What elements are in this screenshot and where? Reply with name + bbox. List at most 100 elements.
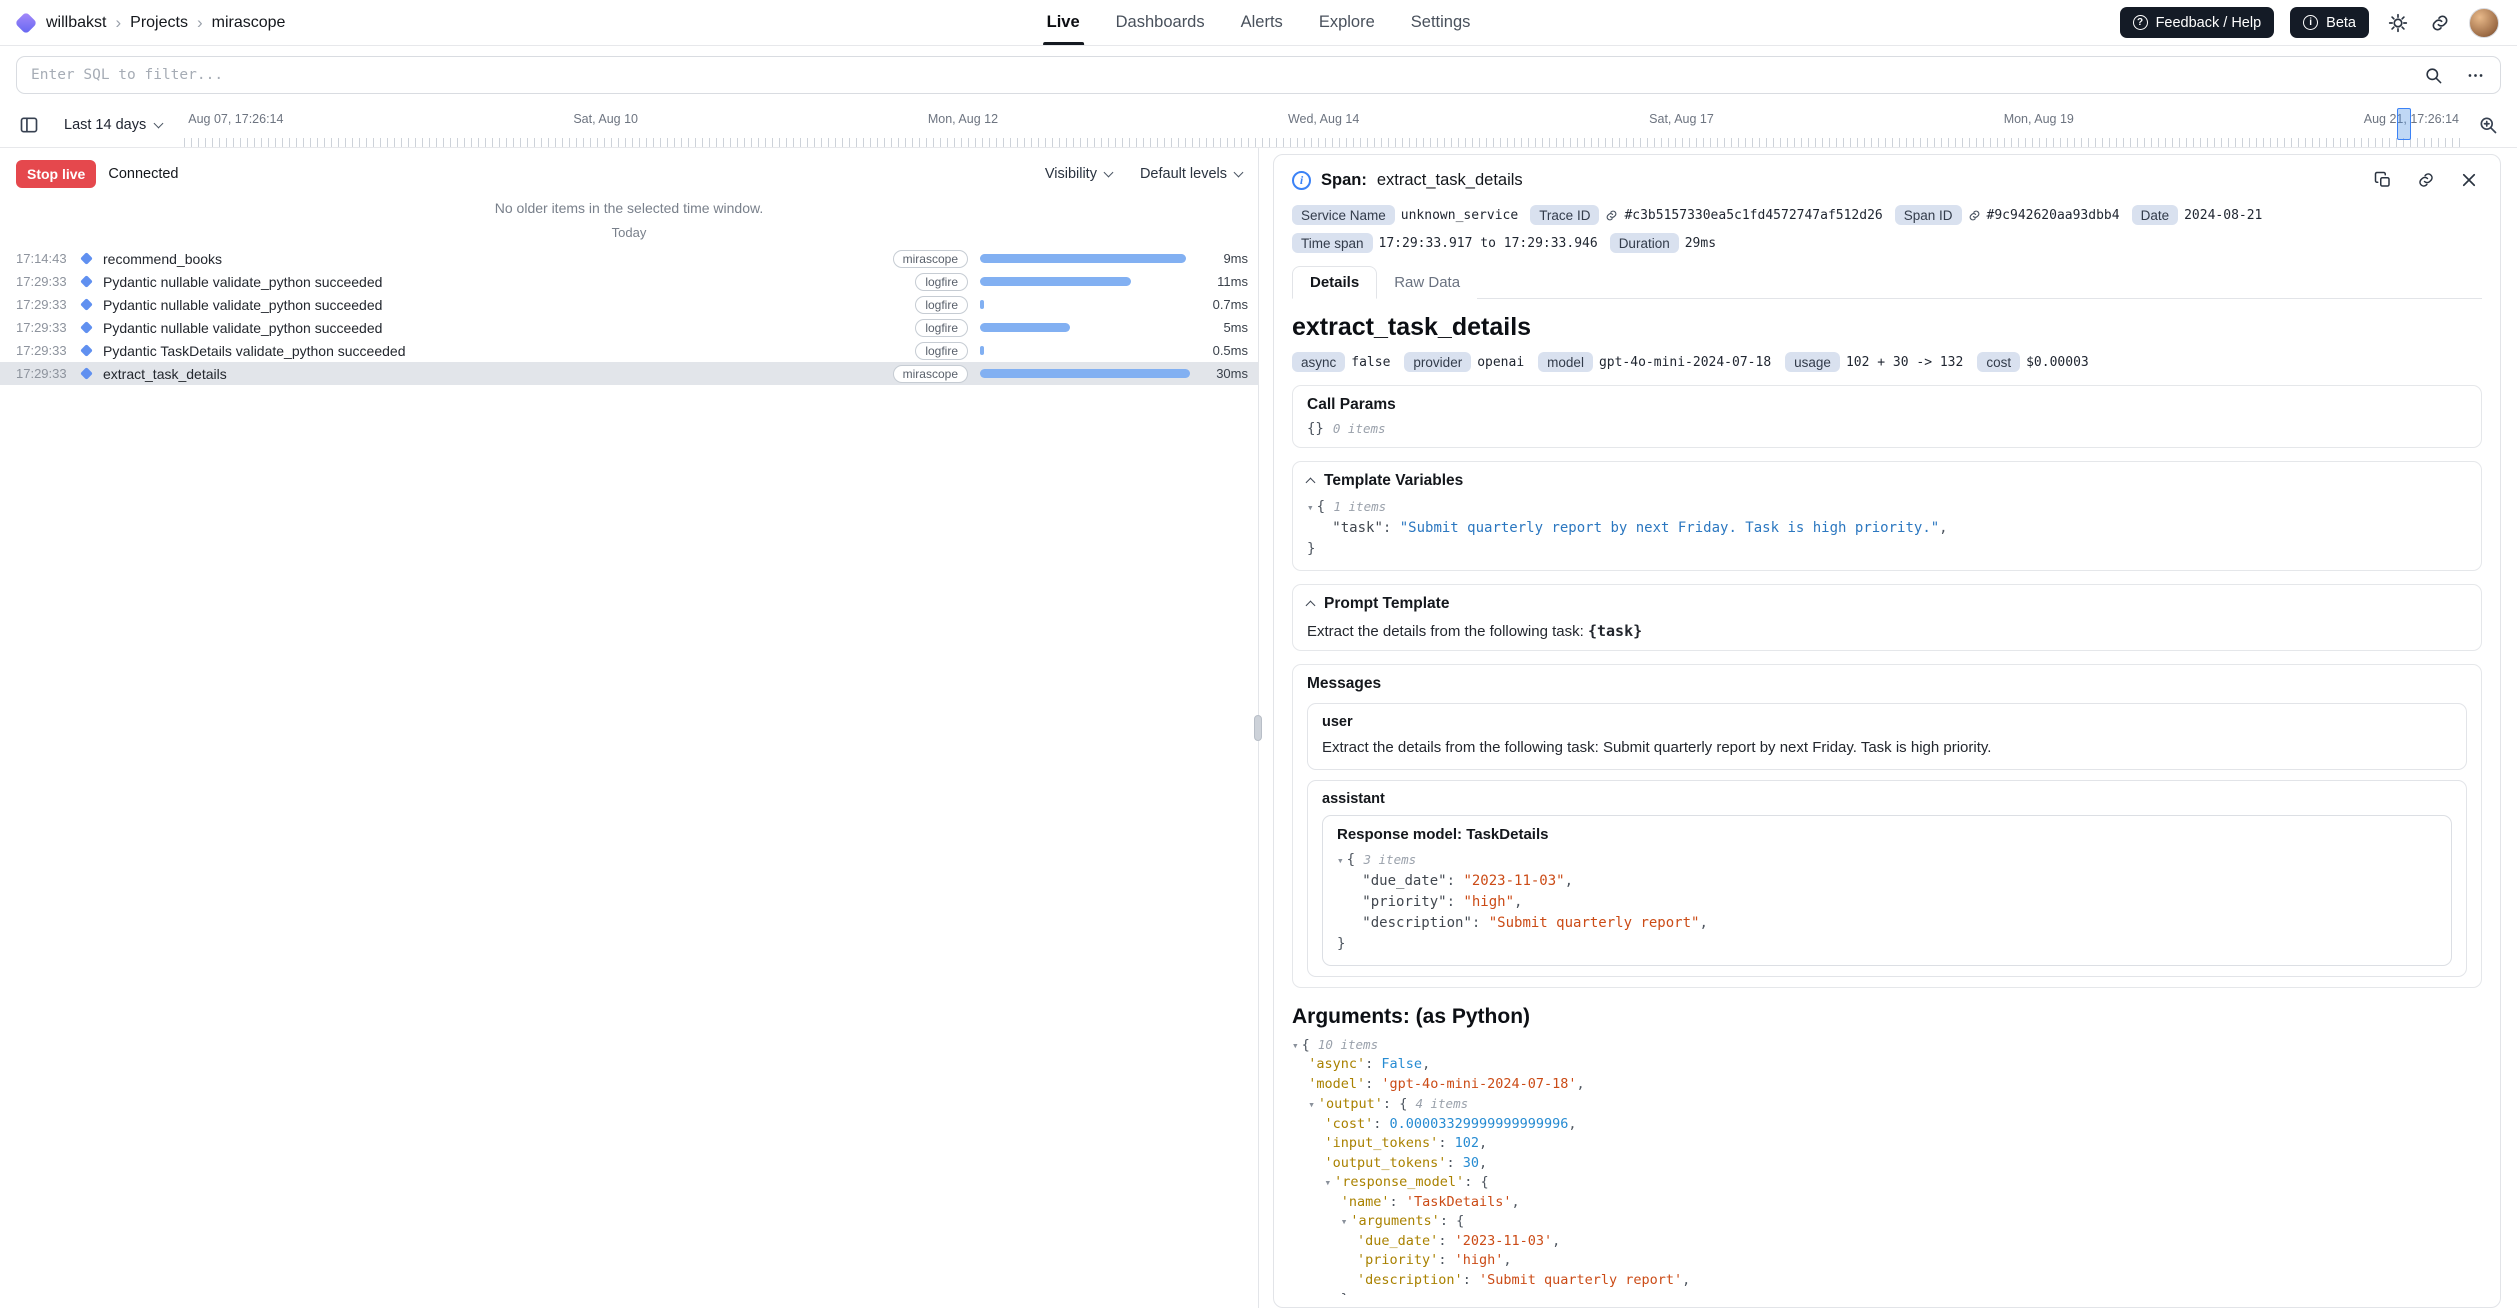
share-link-icon[interactable] xyxy=(2427,10,2453,36)
tree-collapse-icon[interactable]: ▾ xyxy=(1325,1176,1332,1189)
prompt-template-section: Prompt Template Extract the details from… xyxy=(1292,584,2482,651)
close-icon[interactable] xyxy=(2456,167,2482,193)
trace-row-name: Pydantic nullable validate_python succee… xyxy=(103,297,382,313)
timeline-tick-label: Aug 07, 17:26:14 xyxy=(188,112,283,126)
trace-row[interactable]: 17:29:33Pydantic nullable validate_pytho… xyxy=(0,293,1258,316)
tree-collapse-icon[interactable]: ▾ xyxy=(1307,501,1314,514)
timeline-bar: Last 14 days Aug 07, 17:26:14Sat, Aug 10… xyxy=(0,102,2517,148)
zoom-in-icon[interactable] xyxy=(2475,112,2501,138)
default-levels-dropdown[interactable]: Default levels xyxy=(1140,166,1242,182)
meta-pill-value: unknown_service xyxy=(1401,208,1518,223)
span-header-name: extract_task_details xyxy=(1377,171,1523,190)
more-options-icon[interactable] xyxy=(2462,62,2488,88)
nav-item-dashboards[interactable]: Dashboards xyxy=(1116,0,1205,45)
beta-button[interactable]: i Beta xyxy=(2290,7,2369,38)
trace-row[interactable]: 17:29:33Pydantic nullable validate_pytho… xyxy=(0,270,1258,293)
time-range-label: Last 14 days xyxy=(64,117,146,133)
trace-row-time: 17:29:33 xyxy=(16,320,80,335)
meta-pill-label: Span ID xyxy=(1895,205,1962,225)
empty-braces: {} xyxy=(1307,421,1324,437)
trace-row-tag: logfire xyxy=(915,273,968,291)
divider-drag-handle[interactable] xyxy=(1254,715,1262,741)
trace-row[interactable]: 17:29:33extract_task_detailsmirascope30m… xyxy=(0,362,1258,385)
meta-pill-label: Duration xyxy=(1610,233,1679,253)
tree-collapse-icon[interactable]: ▾ xyxy=(1337,854,1344,867)
trace-row[interactable]: 17:29:33 Pydantic nullable validate_pytho… xyxy=(0,316,1258,339)
span-level-icon xyxy=(80,367,93,380)
empty-window-notice: No older items in the selected time wind… xyxy=(0,200,1258,216)
feedback-help-button[interactable]: ? Feedback / Help xyxy=(2120,7,2275,38)
assistant-response-json: ▾{ 3 items "due_date": "2023-11-03", "pr… xyxy=(1337,849,2437,955)
trace-row-duration: 9ms xyxy=(1202,251,1248,266)
tab-raw-data[interactable]: Raw Data xyxy=(1377,266,1477,299)
message-assistant: assistant Response model: TaskDetails ▾{… xyxy=(1307,780,2467,977)
beta-label: Beta xyxy=(2326,15,2356,31)
default-levels-label: Default levels xyxy=(1140,166,1227,182)
span-badge-value: false xyxy=(1351,355,1390,370)
meta-pill-label: Time span xyxy=(1292,233,1373,253)
user-avatar[interactable] xyxy=(2469,8,2499,38)
trace-row-tag: mirascope xyxy=(893,365,968,383)
timeline-ruler xyxy=(184,138,2463,147)
meta-pill-value: 2024-08-21 xyxy=(2184,208,2262,223)
timeline-tick-label: Sat, Aug 17 xyxy=(1649,112,1714,126)
nav-item-live[interactable]: Live xyxy=(1047,0,1080,45)
stop-live-button[interactable]: Stop live xyxy=(16,160,96,188)
meta-pill-duration: Duration29ms xyxy=(1610,233,1716,253)
breadcrumb-item-projects[interactable]: Projects xyxy=(130,14,188,32)
breadcrumb-item-willbakst[interactable]: willbakst xyxy=(46,14,106,32)
time-range-dropdown[interactable]: Last 14 days xyxy=(54,111,172,139)
search-icon[interactable] xyxy=(2420,62,2446,88)
panel-divider[interactable] xyxy=(1258,148,1259,1308)
visibility-dropdown[interactable]: Visibility xyxy=(1045,166,1112,182)
tab-details[interactable]: Details xyxy=(1292,266,1377,299)
feedback-help-label: Feedback / Help xyxy=(2156,15,2262,31)
duration-bar-track xyxy=(980,369,1190,378)
copy-icon[interactable] xyxy=(2370,167,2396,193)
trace-row[interactable]: 17:14:43recommend_booksmirascope9ms xyxy=(0,247,1258,270)
span-badge-label: cost xyxy=(1977,352,2020,372)
tree-collapse-icon[interactable]: ▾ xyxy=(1341,1215,1348,1228)
tree-collapse-icon[interactable]: ▾ xyxy=(1292,1039,1299,1052)
nav-item-explore[interactable]: Explore xyxy=(1319,0,1375,45)
duration-bar xyxy=(980,369,1190,378)
tree-collapse-icon[interactable]: ▾ xyxy=(1308,1098,1315,1111)
meta-pill-trace-id: Trace ID#c3b5157330ea5c1fd4572747af512d2… xyxy=(1530,205,1883,225)
chevron-down-icon xyxy=(1234,168,1244,178)
trace-row-time: 17:29:33 xyxy=(16,274,80,289)
detail-scroll-area[interactable]: extract_task_details asyncfalseprovidero… xyxy=(1292,299,2482,1295)
breadcrumb-item-mirascope[interactable]: mirascope xyxy=(212,14,286,32)
collapse-icon[interactable] xyxy=(1306,601,1316,611)
sidebar-toggle-icon[interactable] xyxy=(16,112,42,138)
prompt-template-variable: {task} xyxy=(1588,622,1642,640)
span-badge-label: usage xyxy=(1785,352,1840,372)
collapse-icon[interactable] xyxy=(1306,478,1316,488)
nav-item-alerts[interactable]: Alerts xyxy=(1241,0,1283,45)
nav-item-settings[interactable]: Settings xyxy=(1411,0,1471,45)
meta-pill-span-id: Span ID#9c942620aa93dbb4 xyxy=(1895,205,2120,225)
trace-row[interactable]: 17:29:33Pydantic TaskDetails validate_py… xyxy=(0,339,1258,362)
timeline-selection-brush[interactable] xyxy=(2397,108,2411,140)
info-icon: i xyxy=(2303,15,2318,30)
duration-bar-track xyxy=(980,300,1190,309)
meta-pill-label: Trace ID xyxy=(1530,205,1599,225)
trace-row-tag: logfire xyxy=(915,296,968,314)
org-logo-icon[interactable] xyxy=(15,11,38,34)
duration-bar-track xyxy=(980,277,1190,286)
question-icon: ? xyxy=(2133,15,2148,30)
span-title: extract_task_details xyxy=(1292,313,2482,342)
theme-toggle-icon[interactable] xyxy=(2385,10,2411,36)
breadcrumb: willbakst›Projects›mirascope xyxy=(46,13,285,33)
duration-bar xyxy=(980,254,1186,263)
breadcrumb-separator: › xyxy=(115,13,121,33)
trace-list: 17:14:43recommend_booksmirascope9ms 17:29… xyxy=(0,247,1258,385)
trace-row-duration: 0.5ms xyxy=(1202,343,1248,358)
trace-row-name: Pydantic nullable validate_python succee… xyxy=(103,320,382,336)
sql-filter-input[interactable] xyxy=(31,67,2420,83)
span-level-icon xyxy=(80,275,93,288)
permalink-icon[interactable] xyxy=(2413,167,2439,193)
timeline-strip[interactable]: Aug 07, 17:26:14Sat, Aug 10Mon, Aug 12We… xyxy=(184,102,2463,147)
meta-pill-label: Date xyxy=(2132,205,2179,225)
chevron-down-icon xyxy=(1104,168,1114,178)
span-badge-label: provider xyxy=(1404,352,1471,372)
